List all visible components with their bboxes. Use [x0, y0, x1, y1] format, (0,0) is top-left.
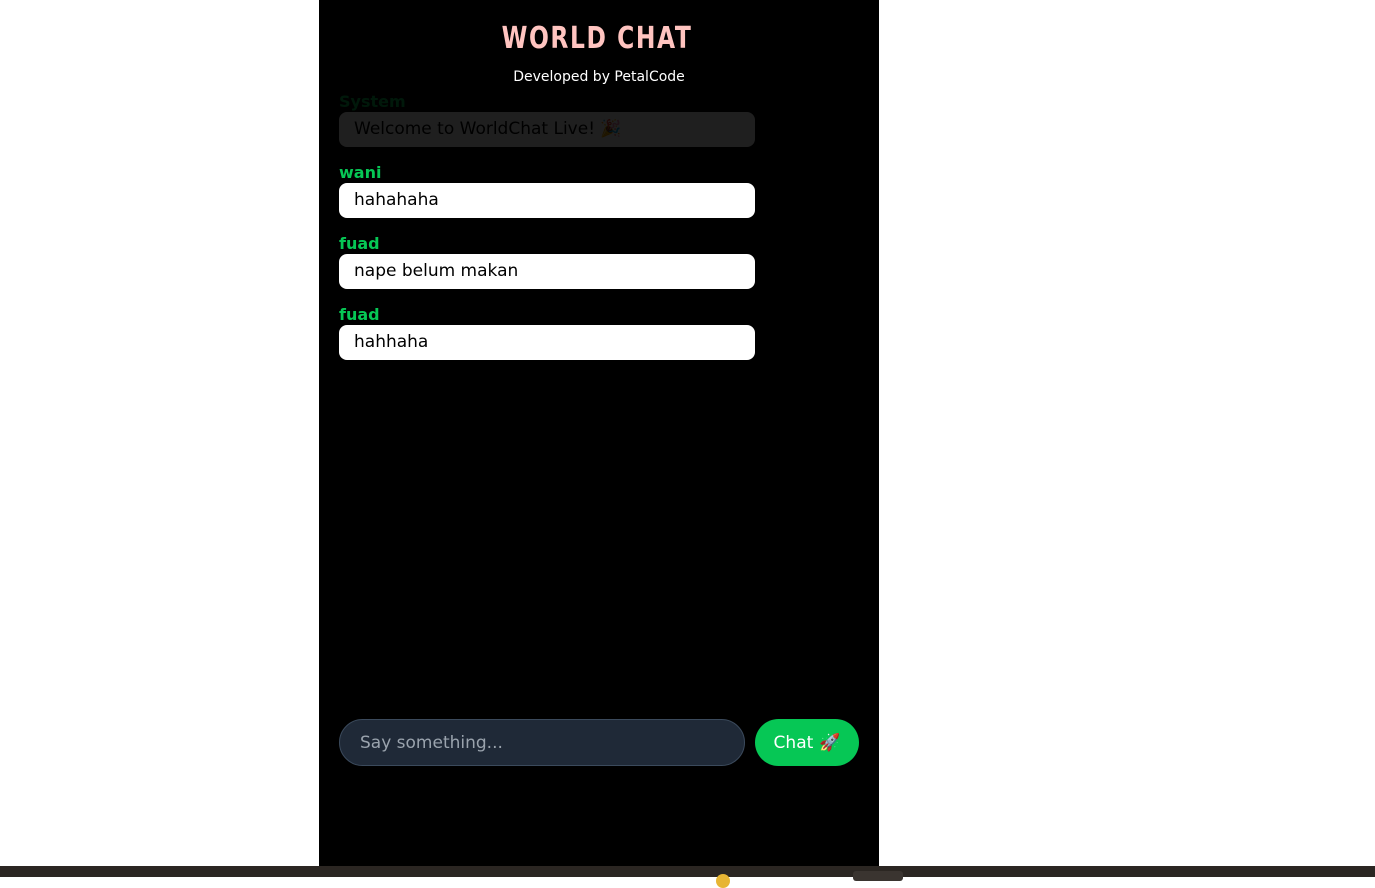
chat-send-button[interactable]: Chat 🚀	[755, 719, 859, 766]
taskbar-app-icon[interactable]	[716, 874, 730, 888]
message-bubble: nape belum makan	[339, 254, 755, 289]
app-title: WORLD CHAT	[501, 21, 693, 56]
send-button-label: Chat	[773, 732, 814, 753]
message-item-system: System Welcome to WorldChat Live! 🎉	[339, 92, 755, 147]
message-sender: fuad	[339, 305, 380, 324]
message-sender: wani	[339, 163, 382, 182]
message-item: fuad hahhaha	[339, 305, 755, 360]
app-subtitle: Developed by PetalCode	[513, 69, 685, 85]
message-bubble: hahhaha	[339, 325, 755, 360]
message-bubble: hahahaha	[339, 183, 755, 218]
message-item: wani hahahaha	[339, 163, 755, 218]
header: WORLD CHAT Developed by PetalCode	[319, 0, 879, 86]
chat-app: WORLD CHAT Developed by PetalCode System…	[319, 0, 879, 866]
message-sender: System	[339, 92, 406, 111]
message-sender: fuad	[339, 234, 380, 253]
rocket-icon: 🚀	[819, 732, 841, 753]
message-item: fuad nape belum makan	[339, 234, 755, 289]
message-composer: Chat 🚀	[339, 719, 859, 766]
message-list: System Welcome to WorldChat Live! 🎉 wani…	[339, 90, 755, 376]
os-taskbar	[0, 866, 1375, 888]
taskbar-app-icon[interactable]	[853, 871, 903, 881]
message-bubble: Welcome to WorldChat Live! 🎉	[339, 112, 755, 147]
message-input[interactable]	[339, 719, 745, 766]
